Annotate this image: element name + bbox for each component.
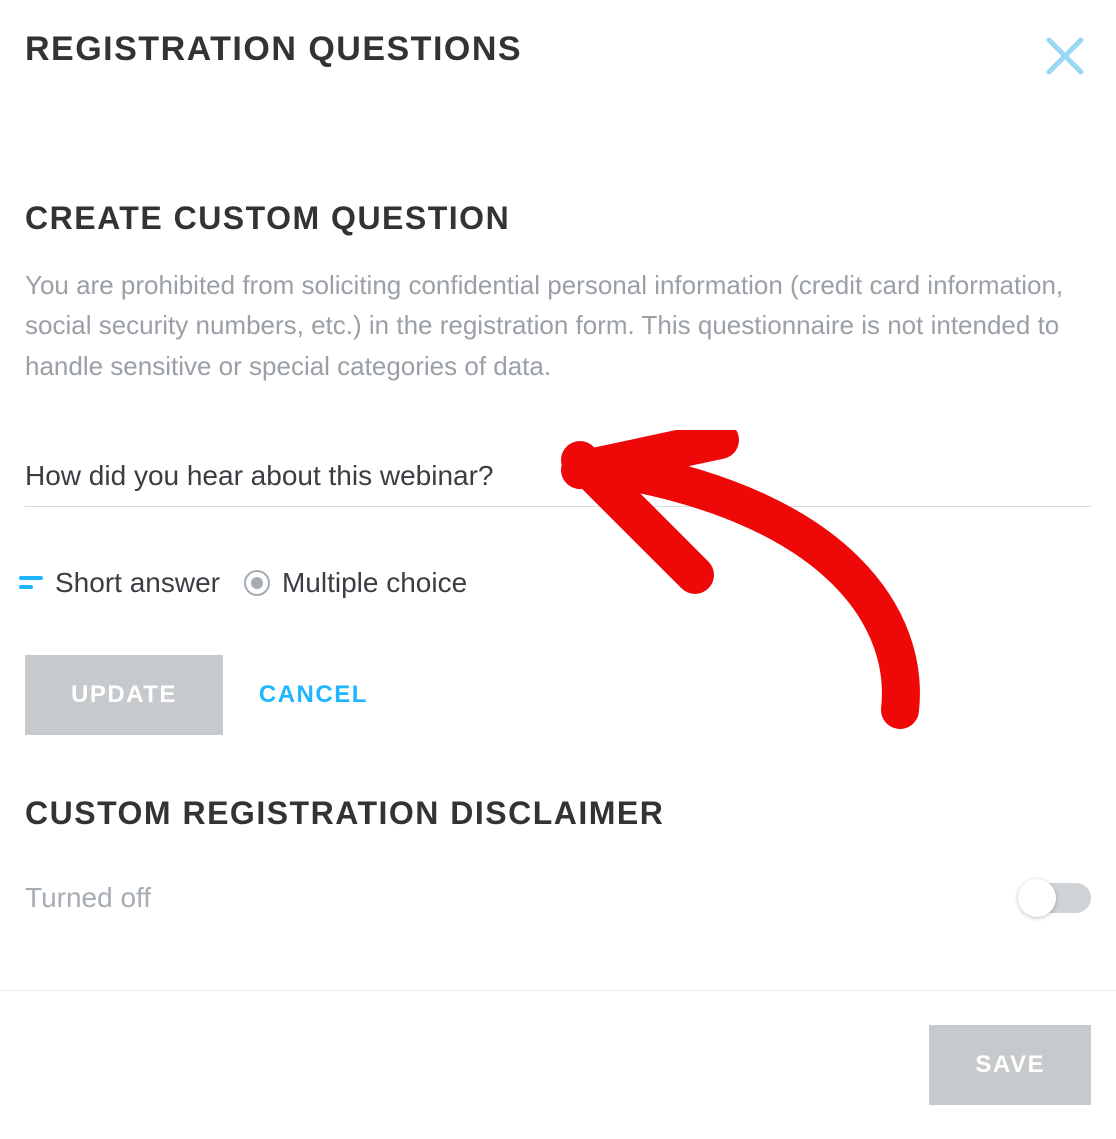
footer: Save bbox=[0, 990, 1116, 1139]
form-buttons: Update Cancel bbox=[25, 655, 1091, 735]
question-type-options: Short answer Multiple choice bbox=[19, 567, 1091, 599]
disclaimer-status-label: Turned off bbox=[25, 882, 151, 914]
short-answer-label: Short answer bbox=[55, 567, 220, 599]
disclaimer-row: Turned off bbox=[25, 882, 1091, 914]
cancel-button[interactable]: Cancel bbox=[259, 681, 368, 709]
disclaimer-toggle[interactable] bbox=[1021, 883, 1091, 913]
close-icon bbox=[1043, 34, 1087, 78]
short-answer-icon bbox=[19, 576, 43, 589]
radio-icon bbox=[244, 570, 270, 596]
question-description: You are prohibited from soliciting confi… bbox=[25, 265, 1091, 386]
short-answer-option[interactable]: Short answer bbox=[19, 567, 220, 599]
multiple-choice-option[interactable]: Multiple choice bbox=[244, 567, 467, 599]
close-button[interactable] bbox=[1039, 30, 1091, 85]
create-question-heading: Create Custom Question bbox=[25, 200, 1091, 237]
multiple-choice-label: Multiple choice bbox=[282, 567, 467, 599]
update-button[interactable]: Update bbox=[25, 655, 223, 735]
save-button[interactable]: Save bbox=[929, 1025, 1091, 1105]
page-title: Registration Questions bbox=[25, 30, 522, 69]
toggle-knob bbox=[1018, 879, 1056, 917]
header: Registration Questions bbox=[25, 30, 1091, 85]
disclaimer-heading: Custom Registration Disclaimer bbox=[25, 795, 1091, 832]
question-text-input[interactable] bbox=[25, 446, 1091, 507]
